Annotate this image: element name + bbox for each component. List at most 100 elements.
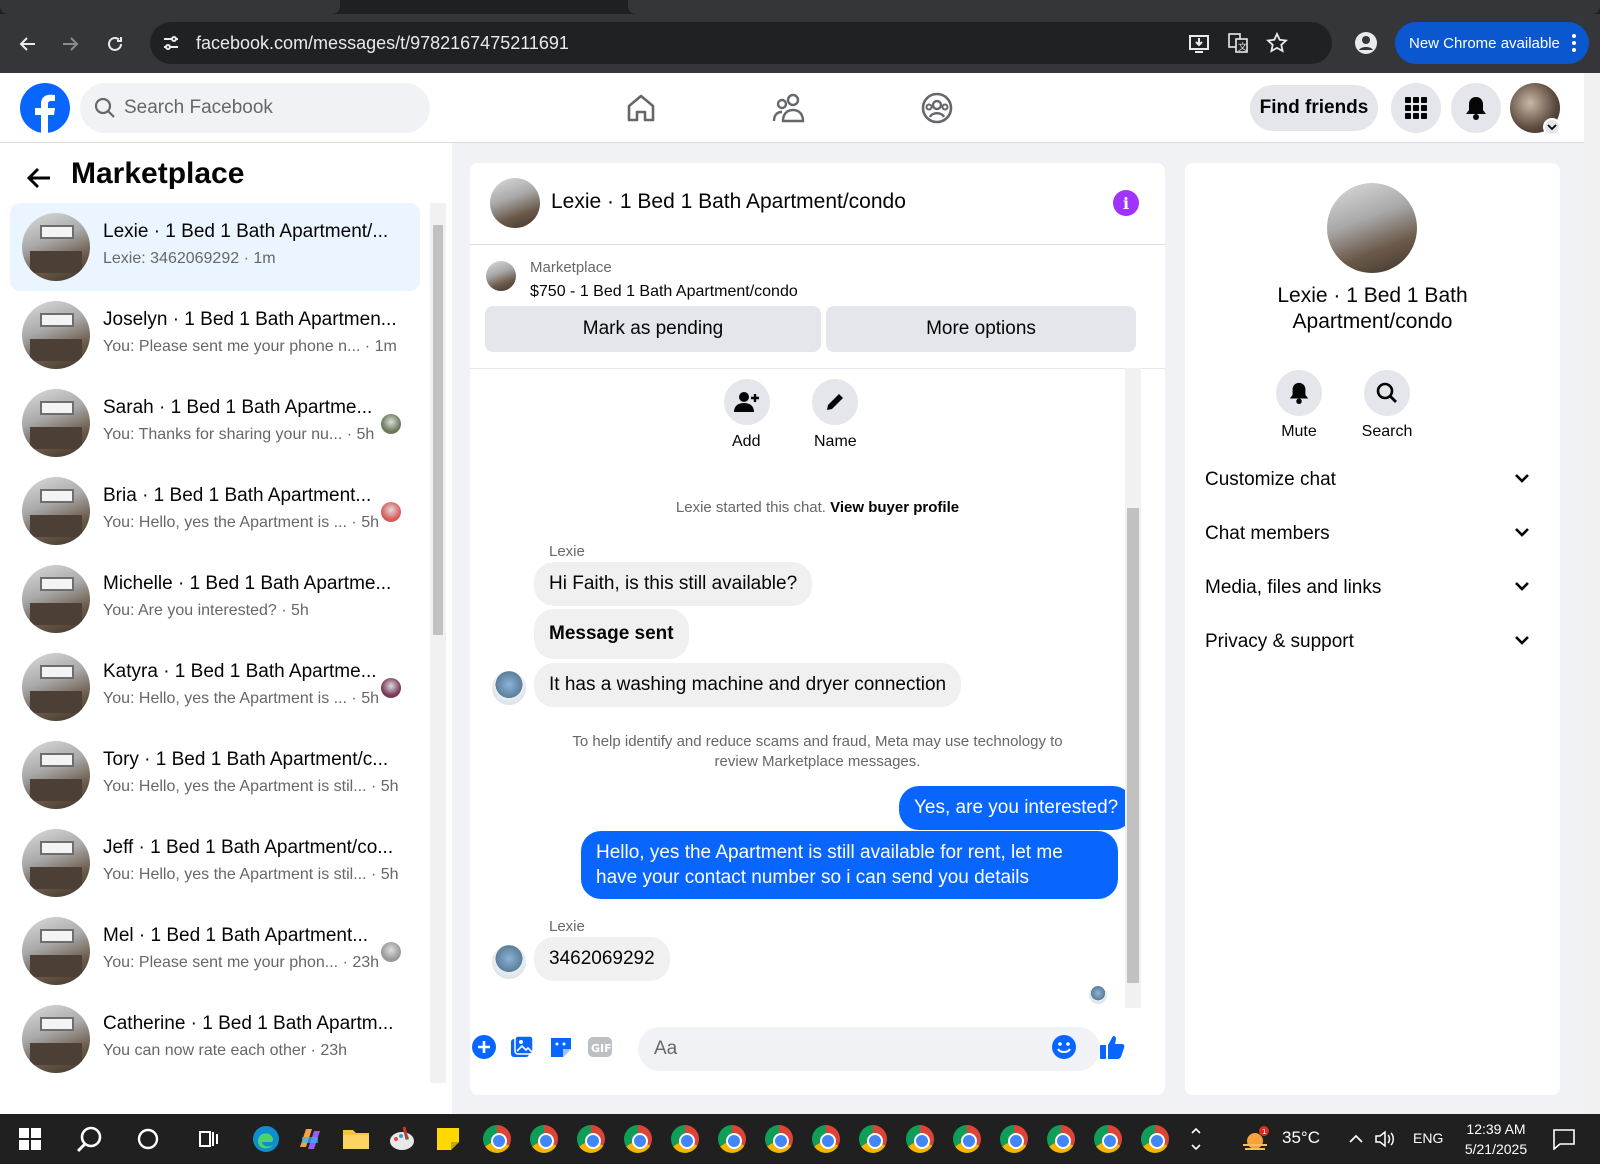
- page-scrollbar[interactable]: [1584, 73, 1600, 1114]
- sticky-notes-taskbar-icon[interactable]: [432, 1123, 464, 1155]
- notifications-button[interactable]: [1451, 83, 1501, 133]
- conversation-item[interactable]: Lexie · 1 Bed 1 Bath Apartment/... Lexie:…: [10, 203, 420, 291]
- sender-avatar[interactable]: [492, 945, 526, 979]
- taskbar-search-button[interactable]: [74, 1123, 106, 1155]
- conversation-scrollbar[interactable]: [430, 203, 446, 1083]
- search-input[interactable]: [124, 83, 414, 133]
- chrome-taskbar-icon[interactable]: [575, 1123, 607, 1155]
- find-friends-button[interactable]: Find friends: [1250, 85, 1378, 131]
- menu-button[interactable]: [1391, 83, 1441, 133]
- groups-nav[interactable]: [914, 85, 960, 131]
- paint-taskbar-icon[interactable]: [386, 1123, 418, 1155]
- chrome-taskbar-icon[interactable]: [716, 1123, 748, 1155]
- facebook-logo-icon[interactable]: [20, 83, 70, 133]
- account-caret[interactable]: [1543, 118, 1561, 136]
- mute-button[interactable]: [1276, 370, 1322, 416]
- search-conversation-button[interactable]: [1364, 370, 1410, 416]
- like-button[interactable]: [1098, 1033, 1126, 1061]
- chat-members-row[interactable]: Chat members: [1205, 514, 1540, 554]
- message-scrollbar[interactable]: [1125, 368, 1141, 1008]
- chrome-taskbar-icon[interactable]: [1092, 1123, 1124, 1155]
- home-nav[interactable]: [618, 85, 664, 131]
- start-button[interactable]: [14, 1123, 46, 1155]
- add-member-button[interactable]: [724, 379, 770, 425]
- back-arrow-icon[interactable]: [26, 167, 52, 189]
- notification-center-button[interactable]: [1548, 1123, 1580, 1155]
- weather-widget[interactable]: 1: [1240, 1123, 1272, 1155]
- conversation-item[interactable]: Bria · 1 Bed 1 Bath Apartment... You: Hel…: [10, 467, 420, 555]
- chrome-taskbar-icon[interactable]: [857, 1123, 889, 1155]
- conversation-item[interactable]: Catherine · 1 Bed 1 Bath Apartm... You ca…: [10, 995, 420, 1083]
- mark-as-pending-button[interactable]: Mark as pending: [485, 306, 821, 352]
- new-chrome-available-button[interactable]: New Chrome available: [1395, 22, 1589, 64]
- edit-name-button[interactable]: [812, 379, 858, 425]
- gif-button[interactable]: GIF: [586, 1033, 614, 1061]
- kebab-menu-icon[interactable]: [1571, 32, 1577, 54]
- url-text[interactable]: facebook.com/messages/t/9782167475211691: [196, 33, 569, 54]
- listing-thumbnail[interactable]: [486, 261, 516, 291]
- conversation-item[interactable]: Katyra · 1 Bed 1 Bath Apartme... You: Hel…: [10, 643, 420, 731]
- file-explorer-taskbar-icon[interactable]: [340, 1123, 372, 1155]
- message-bubble[interactable]: Hi Faith, is this still available?: [534, 562, 813, 606]
- more-actions-button[interactable]: [470, 1033, 498, 1061]
- translate-icon[interactable]: 文: [1227, 32, 1249, 54]
- chrome-taskbar-icon[interactable]: [528, 1123, 560, 1155]
- edge-taskbar-icon[interactable]: [250, 1123, 282, 1155]
- chrome-taskbar-icon[interactable]: [1045, 1123, 1077, 1155]
- chat-title[interactable]: Lexie · 1 Bed 1 Bath Apartment/condo: [551, 190, 906, 214]
- address-bar[interactable]: facebook.com/messages/t/9782167475211691…: [150, 22, 1332, 64]
- browser-tab[interactable]: [628, 0, 1600, 14]
- contact-avatar[interactable]: [1327, 183, 1417, 273]
- my-message-bubble[interactable]: Yes, are you interested?: [899, 786, 1134, 830]
- conversation-item[interactable]: Jeff · 1 Bed 1 Bath Apartment/co... You: …: [10, 819, 420, 907]
- media-files-links-row[interactable]: Media, files and links: [1205, 568, 1540, 608]
- chrome-taskbar-icon[interactable]: [669, 1123, 701, 1155]
- more-options-button[interactable]: More options: [826, 306, 1136, 352]
- listing-title[interactable]: $750 - 1 Bed 1 Bath Apartment/condo: [530, 283, 798, 301]
- conversation-item[interactable]: Joselyn · 1 Bed 1 Bath Apartmen... You: P…: [10, 291, 420, 379]
- sender-avatar[interactable]: [492, 671, 526, 705]
- chrome-taskbar-icon[interactable]: [481, 1123, 513, 1155]
- site-settings-icon[interactable]: [160, 32, 182, 54]
- view-buyer-profile-link[interactable]: View buyer profile: [830, 499, 959, 516]
- weather-temperature[interactable]: 35°C: [1282, 1128, 1320, 1148]
- scrollbar-thumb[interactable]: [1127, 508, 1139, 983]
- taskbar-overflow-button[interactable]: [1188, 1123, 1204, 1155]
- reload-button[interactable]: [99, 28, 131, 60]
- message-bubble[interactable]: Message sent: [534, 609, 689, 659]
- chrome-taskbar-icon[interactable]: [998, 1123, 1030, 1155]
- scrollbar-thumb[interactable]: [433, 225, 443, 635]
- chat-avatar[interactable]: [490, 178, 540, 228]
- customize-chat-row[interactable]: Customize chat: [1205, 460, 1540, 500]
- privacy-support-row[interactable]: Privacy & support: [1205, 622, 1540, 662]
- conversation-item[interactable]: Tory · 1 Bed 1 Bath Apartment/c... You: H…: [10, 731, 420, 819]
- chrome-taskbar-icon[interactable]: [810, 1123, 842, 1155]
- copilot-taskbar-icon[interactable]: [294, 1123, 326, 1155]
- conversation-item[interactable]: Sarah · 1 Bed 1 Bath Apartme... You: Than…: [10, 379, 420, 467]
- my-message-bubble[interactable]: Hello, yes the Apartment is still availa…: [581, 831, 1118, 899]
- sticker-button[interactable]: [547, 1033, 575, 1061]
- chrome-taskbar-icon[interactable]: [622, 1123, 654, 1155]
- conversation-item[interactable]: Michelle · 1 Bed 1 Bath Apartme... You: A…: [10, 555, 420, 643]
- install-app-icon[interactable]: [1188, 32, 1210, 54]
- bookmark-star-icon[interactable]: [1266, 32, 1288, 54]
- chrome-taskbar-icon[interactable]: [951, 1123, 983, 1155]
- attach-media-button[interactable]: [508, 1033, 536, 1061]
- chrome-taskbar-icon[interactable]: [763, 1123, 795, 1155]
- forward-button[interactable]: [54, 28, 86, 60]
- search-bar[interactable]: [80, 83, 430, 133]
- task-view-button[interactable]: [192, 1123, 224, 1155]
- message-bubble[interactable]: 3462069292: [534, 937, 670, 981]
- clock[interactable]: 12:39 AM 5/21/2025: [1456, 1119, 1536, 1159]
- cortana-button[interactable]: [132, 1123, 164, 1155]
- message-input[interactable]: [638, 1027, 1100, 1071]
- volume-button[interactable]: [1372, 1123, 1398, 1155]
- back-button[interactable]: [12, 28, 44, 60]
- conversation-item[interactable]: Mel · 1 Bed 1 Bath Apartment... You: Plea…: [10, 907, 420, 995]
- message-bubble[interactable]: It has a washing machine and dryer conne…: [534, 663, 962, 707]
- browser-tab[interactable]: [0, 0, 340, 14]
- info-icon[interactable]: i: [1113, 190, 1139, 216]
- emoji-button[interactable]: [1050, 1033, 1078, 1061]
- tray-overflow-button[interactable]: [1346, 1123, 1366, 1155]
- chrome-taskbar-icon[interactable]: [904, 1123, 936, 1155]
